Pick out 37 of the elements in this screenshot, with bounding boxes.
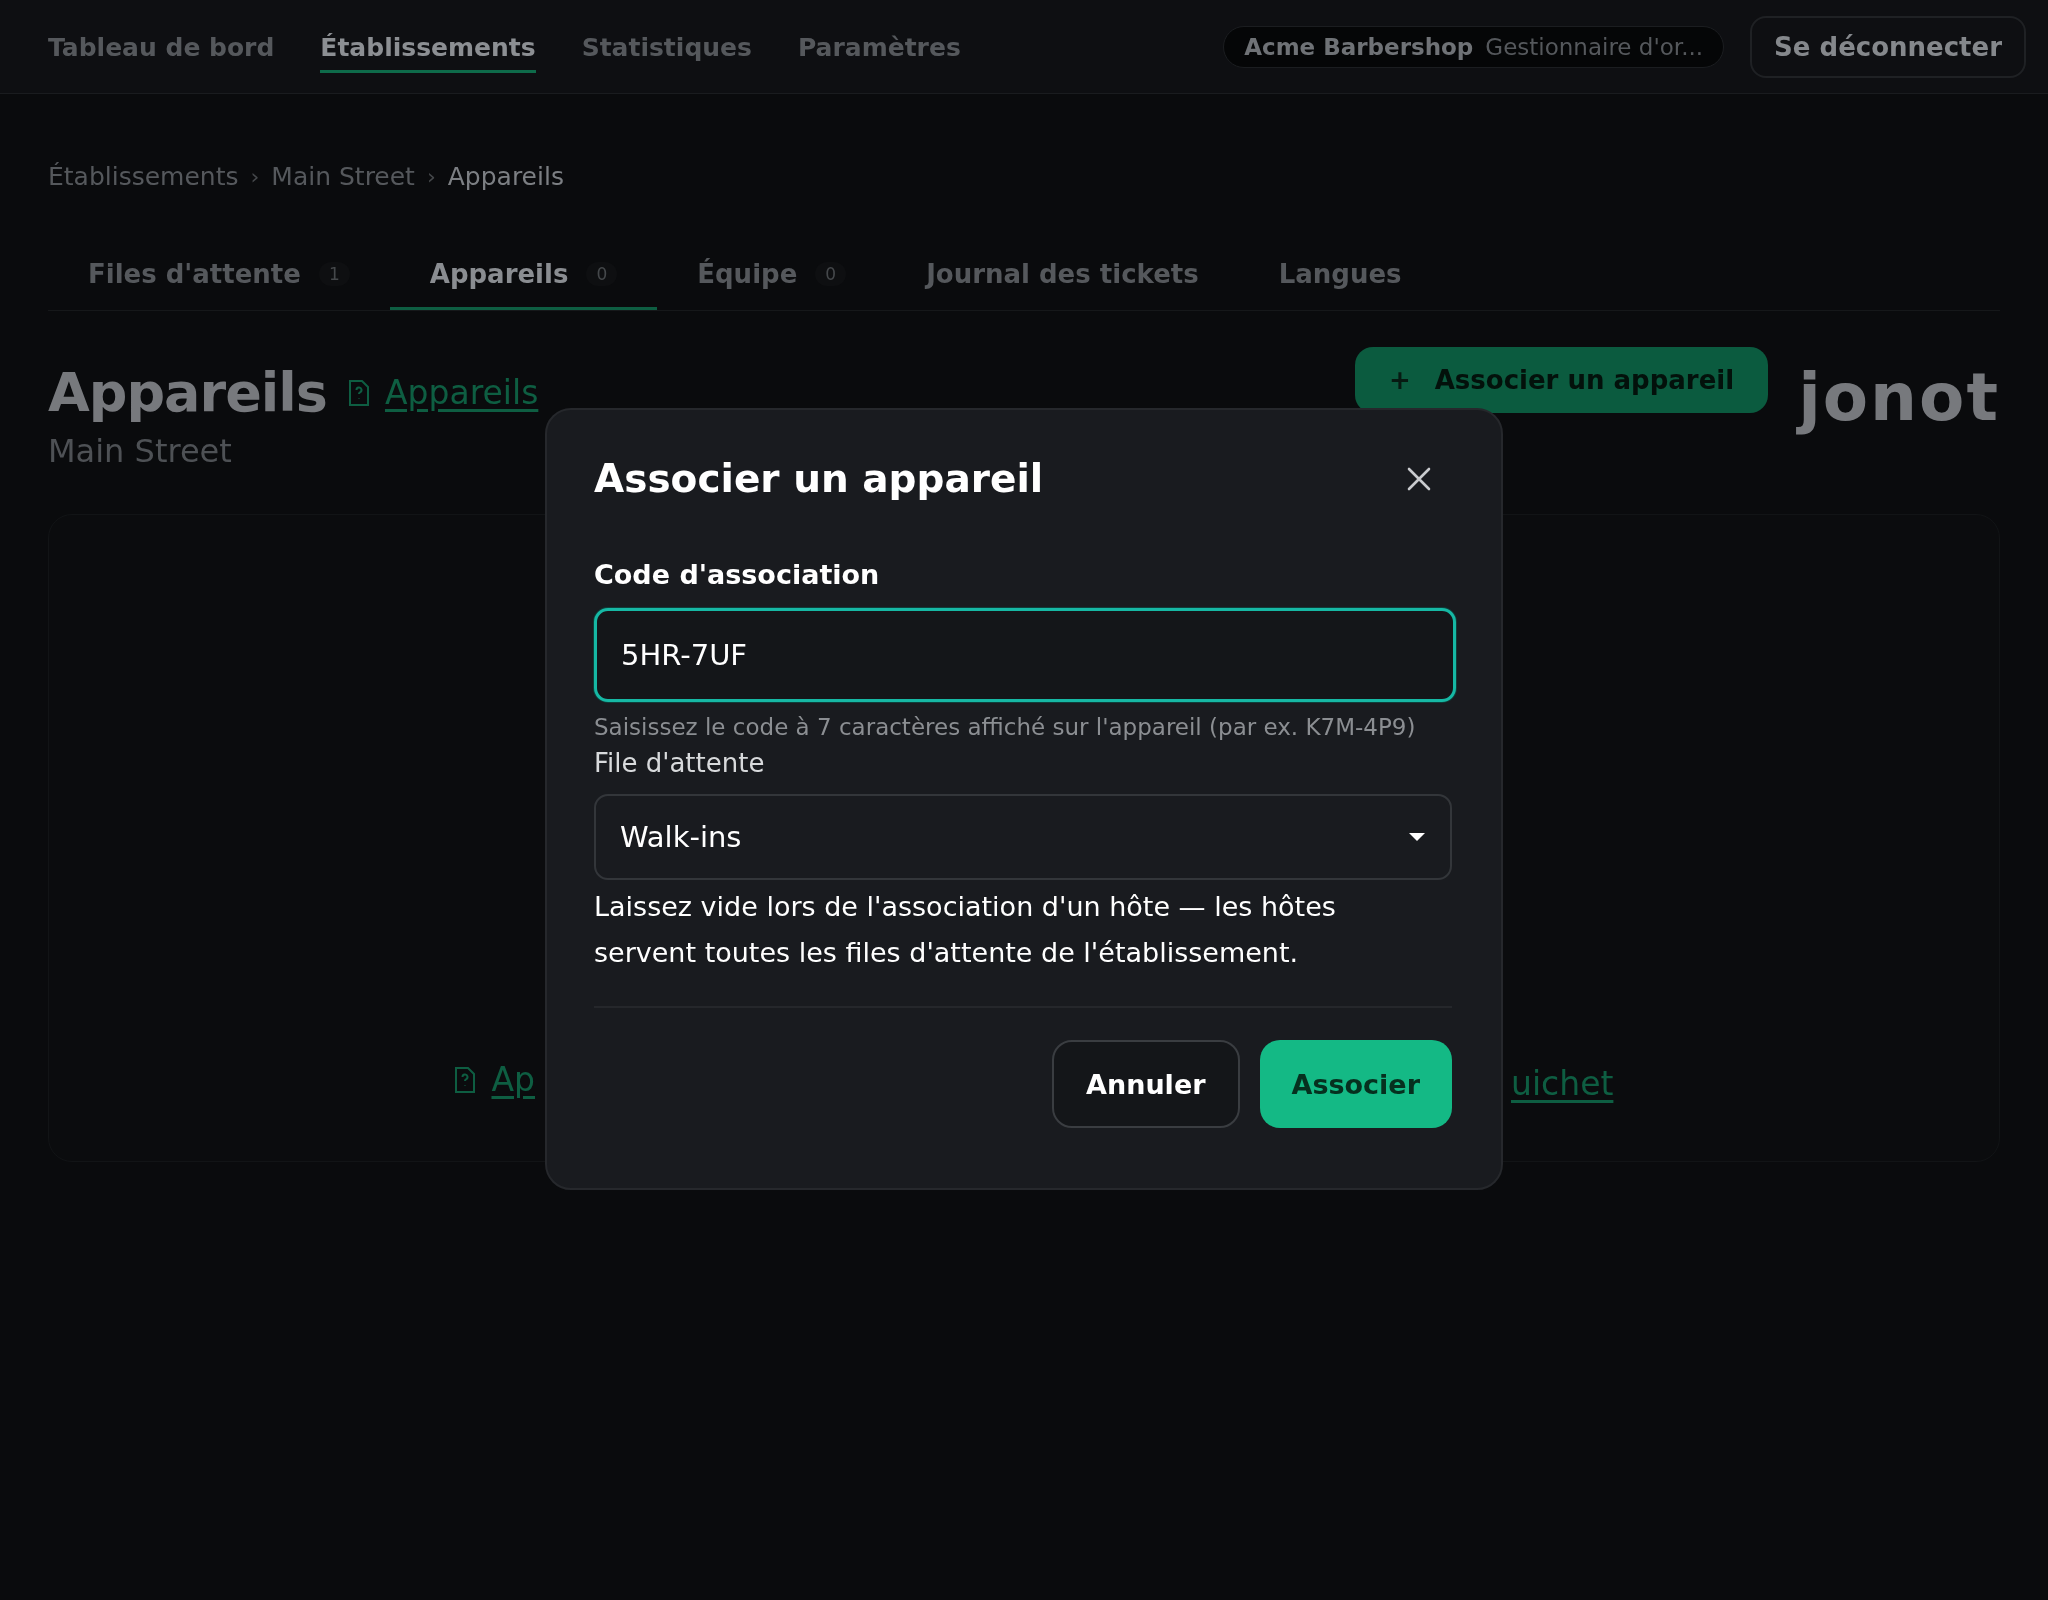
help-link[interactable]: uichet (1511, 1064, 1614, 1103)
cancel-button[interactable]: Annuler (1052, 1040, 1240, 1128)
business-name: Acme Barbershop (1244, 33, 1474, 60)
help-link[interactable]: Appareils (384, 373, 539, 412)
breadcrumb-separator: › (250, 164, 260, 189)
submit-button[interactable]: Associer (1259, 1040, 1452, 1128)
logout-button[interactable]: Se déconnecter (1750, 15, 2026, 78)
tab[interactable]: Langues (1238, 241, 1442, 310)
field-label: File d'attente (594, 748, 766, 778)
nav-link[interactable]: Établissements (320, 24, 536, 73)
help-document-icon (453, 1065, 478, 1094)
breadcrumb-separator: › (426, 164, 436, 189)
field-hint: Saisissez le code à 7 caractères affiché sur l'appareil (par ex. K7M-4P9) (594, 714, 1417, 740)
close-icon[interactable] (1406, 465, 1432, 492)
tab[interactable]: Files d'attente 1 (48, 241, 390, 310)
page-subtitle: Main Street (48, 432, 233, 470)
nav-link[interactable]: Tableau de bord (48, 24, 275, 73)
account-chip[interactable]: Acme Barbershop Gestionnaire d'or... (1223, 25, 1725, 68)
dialog-title: Associer un appareil (594, 456, 1044, 501)
help-document-icon (346, 378, 371, 407)
tab[interactable]: Journal des tickets (886, 241, 1239, 310)
queue-select[interactable]: Walk-ins (594, 794, 1452, 880)
account-role: Gestionnaire d'or... (1485, 33, 1704, 60)
tab[interactable]: Appareils 0 (389, 241, 658, 310)
help-link[interactable]: Ap (491, 1060, 535, 1099)
breadcrumb-link[interactable]: Établissements (48, 162, 239, 191)
brand-logo: jonot (1798, 358, 2000, 438)
field-label: Code d'association (594, 559, 881, 590)
nav-link[interactable]: Statistiques (581, 24, 752, 73)
pair-device-button[interactable]: + Associer un appareil (1354, 347, 1769, 413)
field-help-text: Laissez vide lors de l'association d'un hôte — les hôtes servent toutes les files d'attente de l'établissement. (594, 890, 1337, 970)
page-title: Appareils (48, 361, 327, 424)
dropdown-caret-icon (1408, 832, 1426, 842)
tab[interactable]: Équipe 0 (657, 241, 887, 310)
pairing-code-field[interactable]: 5HR-7UF (594, 608, 1456, 702)
nav-link[interactable]: Paramètres (797, 24, 961, 73)
breadcrumb-link[interactable]: Main Street (271, 162, 415, 191)
